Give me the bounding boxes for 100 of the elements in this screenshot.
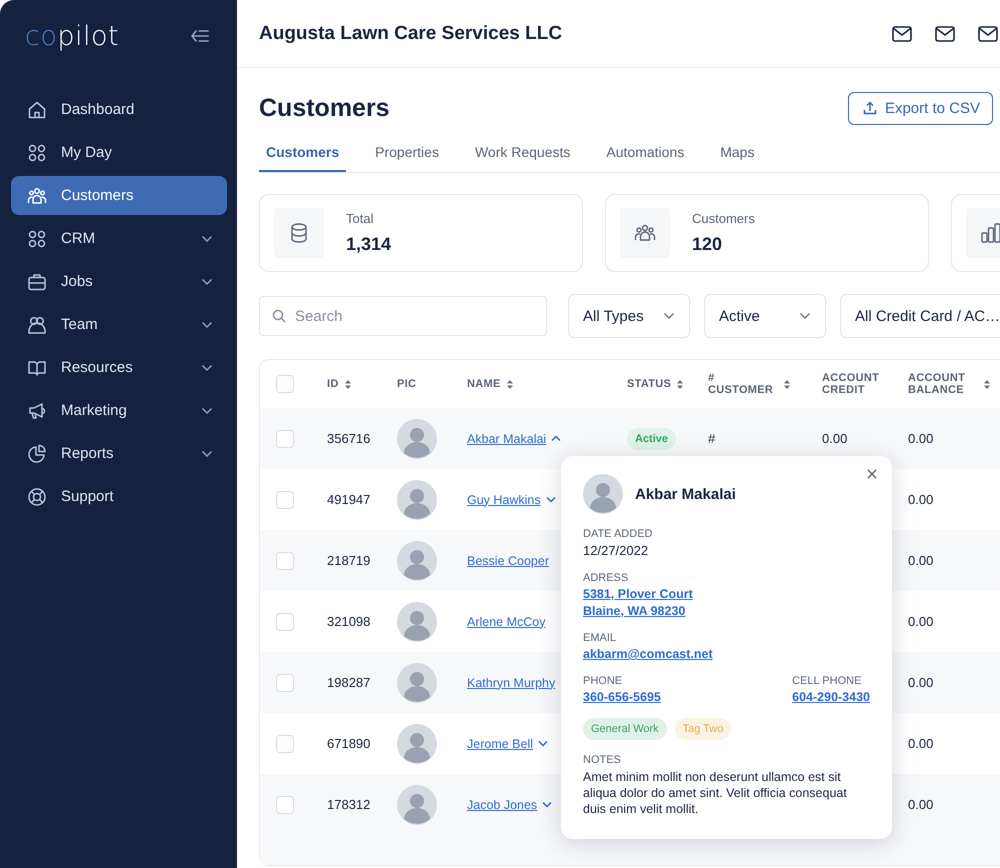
balance-cell: 0.00 [908, 797, 934, 812]
chevron-down-icon[interactable] [538, 740, 548, 747]
customer-name: Akbar Makalai [635, 486, 736, 502]
search-field[interactable]: Search [259, 296, 547, 336]
customer-number-cell: # [708, 431, 716, 446]
address-link[interactable]: Blaine, WA 98230 [583, 604, 870, 618]
megaphone-icon [27, 400, 47, 420]
chevron-down-icon [663, 312, 675, 320]
avatar-icon [397, 784, 437, 824]
balance-cell: 0.00 [908, 492, 934, 507]
stat-label: Total [346, 211, 374, 226]
bar-chart-icon [980, 222, 1000, 244]
sort-icon[interactable] [506, 380, 513, 388]
tab[interactable]: Work Requests [468, 144, 578, 172]
customer-name-link[interactable]: Jacob Jones [467, 798, 538, 812]
credit-cell: 0.00 [822, 431, 848, 446]
sort-icon[interactable] [344, 380, 351, 388]
row-checkbox[interactable] [276, 734, 294, 752]
avatar-icon [397, 724, 437, 764]
sidebar-item[interactable]: Customers [11, 176, 227, 215]
chevron-down-icon [799, 312, 811, 320]
pie-chart-icon [27, 444, 47, 464]
avatar-icon [397, 480, 437, 520]
customer-name-link[interactable]: Akbar Makalai [467, 432, 546, 446]
tag: Tag Two [674, 718, 732, 740]
sidebar-item[interactable]: Team [11, 305, 227, 344]
id-cell: 178312 [327, 797, 370, 812]
field-label: CELL PHONE [792, 675, 862, 687]
customer-name-link[interactable]: Kathryn Murphy [467, 676, 556, 690]
people-icon [27, 314, 47, 334]
id-cell: 491947 [327, 492, 370, 507]
grid-icon [27, 228, 47, 248]
customer-name-link[interactable]: Bessie Cooper [467, 554, 549, 568]
customer-name-link[interactable]: Jerome Bell [467, 736, 533, 750]
phone-link[interactable]: 604-290-3430 [792, 690, 870, 704]
page-title: Customers [259, 94, 390, 122]
row-checkbox[interactable] [276, 552, 294, 570]
notes-text: Amet minim mollit non deserunt ullamco est sit aliqua dolor do amet sint. Velit officia consequat duis enim velit mollit. [583, 769, 848, 817]
filter-dropdown[interactable]: Active [704, 294, 826, 338]
mail-icon[interactable] [892, 26, 912, 42]
column-header: ACCOUNT CREDIT [822, 372, 880, 396]
field-label: EMAIL [583, 632, 618, 644]
row-checkbox[interactable] [276, 674, 294, 692]
logo: co pilot [25, 20, 120, 52]
chevron-down-icon[interactable] [542, 801, 552, 808]
select-all-checkbox[interactable] [276, 375, 294, 393]
sidebar-item[interactable]: Resources [11, 348, 227, 387]
sidebar-item[interactable]: CRM [11, 219, 227, 258]
tag: General Work [583, 718, 667, 740]
sidebar-item[interactable]: Dashboard [11, 90, 227, 129]
company-name: Augusta Lawn Care Services LLC [259, 22, 562, 44]
sort-icon[interactable] [784, 380, 790, 388]
sort-icon[interactable] [677, 380, 684, 388]
mail-icon[interactable] [978, 26, 998, 42]
sidebar-item[interactable]: Jobs [11, 262, 227, 301]
sort-icon[interactable] [984, 380, 990, 388]
id-cell: 198287 [327, 675, 370, 690]
row-checkbox[interactable] [276, 612, 294, 630]
date-value: 12/27/2022 [583, 543, 650, 558]
customer-name-link[interactable]: Guy Hawkins [467, 492, 541, 506]
id-cell: 321098 [327, 614, 370, 629]
phone-link[interactable]: 360-656-5695 [583, 690, 661, 704]
id-cell: 671890 [327, 736, 370, 751]
collapse-icon[interactable] [190, 28, 210, 44]
tab[interactable]: Customers [259, 144, 346, 172]
column-header: # CUSTOMER [708, 372, 774, 396]
field-label: PHONE [583, 675, 624, 687]
row-checkbox[interactable] [276, 430, 294, 448]
tab[interactable]: Properties [368, 144, 446, 172]
stat-value: 120 [692, 234, 724, 255]
row-checkbox[interactable] [276, 490, 294, 508]
address-link[interactable]: 5381, Plover Court [583, 587, 870, 601]
balance-cell: 0.00 [908, 614, 934, 629]
sidebar-item[interactable]: Reports [11, 434, 227, 473]
filter-dropdown[interactable]: All Types [568, 294, 690, 338]
tab[interactable]: Maps [713, 144, 762, 172]
chevron-down-icon[interactable] [546, 496, 556, 503]
sidebar-item[interactable]: My Day [11, 133, 227, 172]
balance-cell: 0.00 [908, 736, 934, 751]
avatar-icon [397, 662, 437, 702]
chevron-down-icon [201, 278, 213, 286]
field-label: ADRESS [583, 572, 630, 584]
chevron-up-icon[interactable] [551, 435, 562, 442]
lifebuoy-icon [27, 486, 47, 506]
mail-icon[interactable] [935, 26, 955, 42]
sidebar-item[interactable]: Marketing [11, 391, 227, 430]
row-checkbox[interactable] [276, 796, 294, 814]
column-header: STATUS [627, 378, 672, 390]
filter-dropdown[interactable]: All Credit Card / AC… [840, 294, 1000, 338]
avatar-icon [397, 602, 437, 642]
export-button[interactable]: Export to CSV [848, 92, 993, 124]
tab[interactable]: Automations [599, 144, 692, 172]
customer-name-link[interactable]: Arlene McCoy [467, 614, 546, 628]
email-link[interactable]: akbarm@comcast.net [583, 647, 870, 661]
id-cell: 356716 [327, 431, 370, 446]
chevron-down-icon [201, 234, 213, 242]
chevron-down-icon [201, 450, 213, 458]
sidebar-item[interactable]: Support [11, 477, 227, 516]
column-header: ID [327, 378, 339, 390]
close-icon[interactable] [867, 469, 877, 479]
